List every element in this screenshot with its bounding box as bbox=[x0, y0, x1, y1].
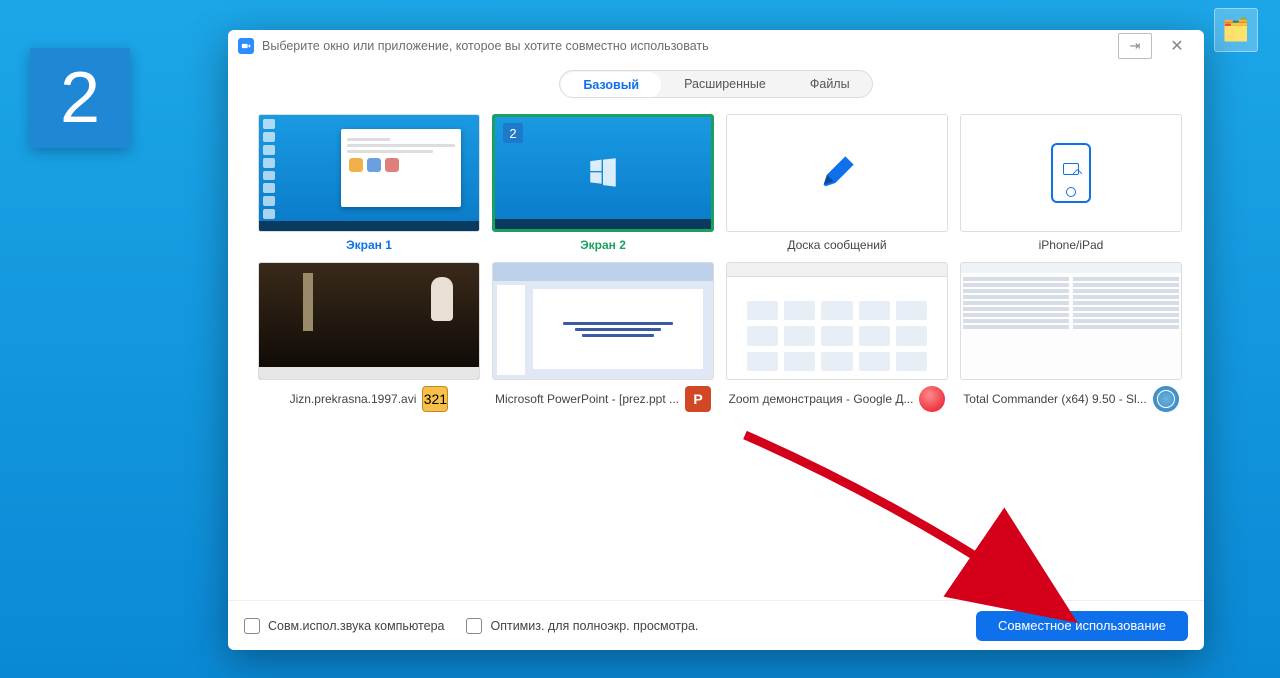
titlebar: Выберите окно или приложение, которое вы… bbox=[228, 30, 1204, 62]
tile-label: Jizn.prekrasna.1997.avi bbox=[290, 392, 417, 406]
thumb-tc bbox=[960, 262, 1182, 380]
footer: Совм.испол.звука компьютера Оптимиз. для… bbox=[228, 600, 1204, 650]
pin-button[interactable]: ⇥ bbox=[1118, 33, 1152, 59]
window-title: Выберите окно или приложение, которое вы… bbox=[262, 39, 709, 53]
thumb-screen-2: 2 bbox=[492, 114, 714, 232]
zoom-share-window: Выберите окно или приложение, которое вы… bbox=[228, 30, 1204, 650]
opera-icon bbox=[919, 386, 945, 412]
tile-iphone-ipad[interactable]: iPhone/iPad bbox=[960, 114, 1182, 252]
tile-label: Доска сообщений bbox=[787, 238, 886, 252]
tile-whiteboard[interactable]: Доска сообщений bbox=[726, 114, 948, 252]
desktop-icon: 🗂️ bbox=[1214, 8, 1258, 52]
tile-label: Total Commander (x64) 9.50 - Sl... bbox=[963, 392, 1146, 406]
tile-app-tc[interactable]: Total Commander (x64) 9.50 - Sl... bbox=[960, 262, 1182, 412]
desktop-background-icons: 🗂️ bbox=[1214, 8, 1258, 52]
step-badge: 2 bbox=[30, 48, 130, 148]
tile-label: iPhone/iPad bbox=[1039, 238, 1104, 252]
tile-label: Экран 2 bbox=[580, 238, 626, 252]
thumb-whiteboard bbox=[726, 114, 948, 232]
tile-app-powerpoint[interactable]: Microsoft PowerPoint - [prez.ppt ... P bbox=[492, 262, 714, 412]
totalcommander-icon bbox=[1153, 386, 1179, 412]
tab-basic[interactable]: Базовый bbox=[561, 72, 661, 98]
thumb-browser bbox=[726, 262, 948, 380]
tile-label: Экран 1 bbox=[346, 238, 392, 252]
powerpoint-icon: P bbox=[685, 386, 711, 412]
tile-label: Microsoft PowerPoint - [prez.ppt ... bbox=[495, 392, 679, 406]
thumb-ppt bbox=[492, 262, 714, 380]
mpc-icon: 321 bbox=[422, 386, 448, 412]
share-button[interactable]: Совместное использование bbox=[976, 611, 1188, 641]
tab-files[interactable]: Файлы bbox=[788, 71, 872, 97]
checkbox-label: Оптимиз. для полноэкр. просмотра. bbox=[490, 619, 698, 633]
tile-app-browser[interactable]: Zoom демонстрация - Google Д... bbox=[726, 262, 948, 412]
share-options-grid: Экран 1 2 Экран 2 Доска сообщений iPhone… bbox=[228, 114, 1204, 412]
zoom-logo-icon bbox=[238, 38, 254, 54]
tile-screen-1[interactable]: Экран 1 bbox=[258, 114, 480, 252]
thumb-iphone bbox=[960, 114, 1182, 232]
tab-bar: Базовый Расширенные Файлы bbox=[228, 62, 1204, 114]
windows-logo-icon bbox=[586, 154, 620, 188]
checkbox-icon bbox=[244, 618, 260, 634]
checkbox-icon bbox=[466, 618, 482, 634]
tab-advanced[interactable]: Расширенные bbox=[662, 71, 788, 97]
checkbox-share-audio[interactable]: Совм.испол.звука компьютера bbox=[244, 618, 444, 634]
tile-app-video[interactable]: Jizn.prekrasna.1997.avi 321 bbox=[258, 262, 480, 412]
thumb-screen-1 bbox=[258, 114, 480, 232]
checkbox-label: Совм.испол.звука компьютера bbox=[268, 619, 444, 633]
tile-screen-2[interactable]: 2 Экран 2 bbox=[492, 114, 714, 252]
pencil-icon bbox=[817, 153, 857, 193]
screen-2-badge: 2 bbox=[503, 123, 523, 143]
close-button[interactable]: ✕ bbox=[1160, 33, 1194, 59]
tile-label: Zoom демонстрация - Google Д... bbox=[729, 392, 914, 406]
checkbox-optimize-fullscreen[interactable]: Оптимиз. для полноэкр. просмотра. bbox=[466, 618, 698, 634]
thumb-video bbox=[258, 262, 480, 380]
phone-icon bbox=[1051, 143, 1091, 203]
